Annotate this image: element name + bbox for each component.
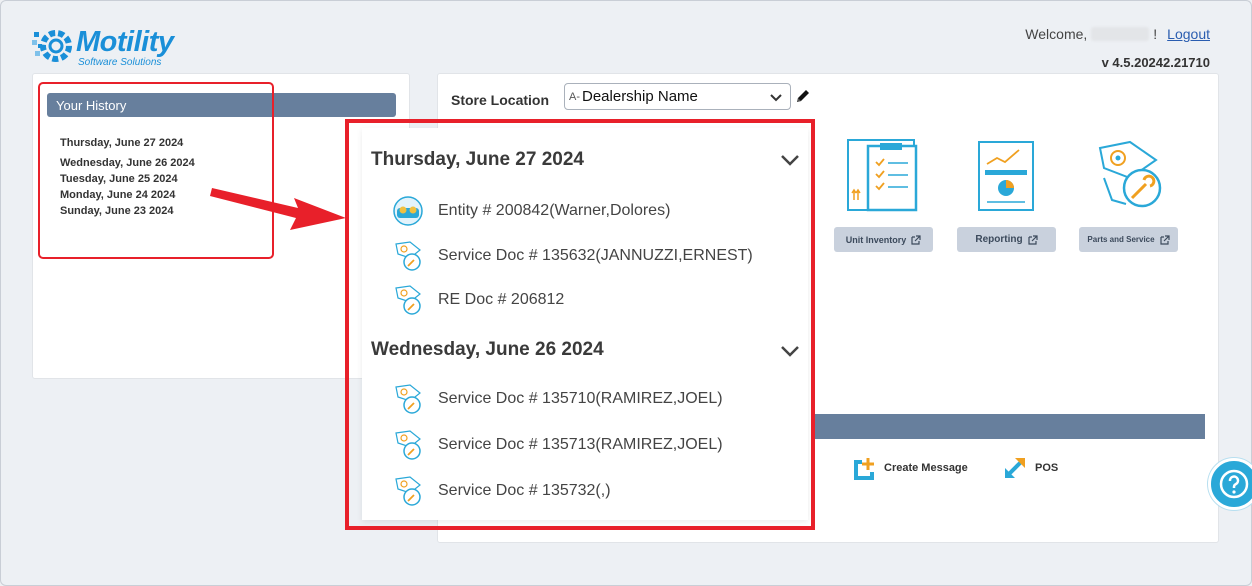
external-link-icon [1159, 234, 1170, 245]
create-message-icon [854, 458, 874, 480]
unit-inventory-button[interactable]: Unit Inventory [834, 227, 933, 252]
gear-logo-icon [32, 30, 72, 62]
logo-subtitle: Software Solutions [78, 57, 162, 68]
parts-and-service-icon[interactable] [1090, 138, 1166, 214]
reporting-icon[interactable] [977, 140, 1035, 212]
motility-logo[interactable]: Motility Software Solutions [32, 22, 202, 72]
red-arrow-icon [210, 188, 346, 230]
help-button[interactable] [1208, 458, 1252, 510]
external-link-icon [911, 234, 921, 245]
logo-title: Motility [76, 26, 174, 58]
logout-link[interactable]: Logout [1167, 26, 1210, 42]
pos-button[interactable]: POS [1003, 456, 1058, 480]
create-message-label: Create Message [884, 462, 968, 474]
section-header-bar [812, 414, 1205, 439]
parts-and-service-label: Parts and Service [1087, 235, 1155, 244]
store-prefix: A- [569, 90, 580, 103]
store-location-label: Store Location [451, 92, 550, 108]
welcome-suffix: ! [1153, 26, 1158, 42]
pos-icon [1005, 458, 1025, 478]
welcome-bar: Welcome, ! Logout [1025, 26, 1210, 42]
store-location-select[interactable]: A- Dealership Name [564, 83, 791, 110]
user-name-redacted [1091, 27, 1150, 41]
unit-inventory-icon[interactable] [846, 138, 920, 214]
welcome-text: Welcome, [1025, 26, 1088, 42]
external-link-icon [1028, 234, 1038, 245]
pos-label: POS [1035, 462, 1059, 474]
reporting-label: Reporting [975, 234, 1023, 245]
highlight-box-dropdown [345, 119, 815, 530]
pencil-icon[interactable] [795, 88, 811, 104]
chevron-down-icon [770, 94, 782, 102]
version-label: v 4.5.20242.21710 [1101, 55, 1210, 70]
store-value: Dealership Name [582, 88, 698, 105]
parts-and-service-button[interactable]: Parts and Service [1079, 227, 1178, 252]
create-message-button[interactable]: Create Message [852, 456, 968, 480]
reporting-button[interactable]: Reporting [957, 227, 1056, 252]
help-icon [1219, 469, 1249, 499]
unit-inventory-label: Unit Inventory [845, 234, 907, 245]
